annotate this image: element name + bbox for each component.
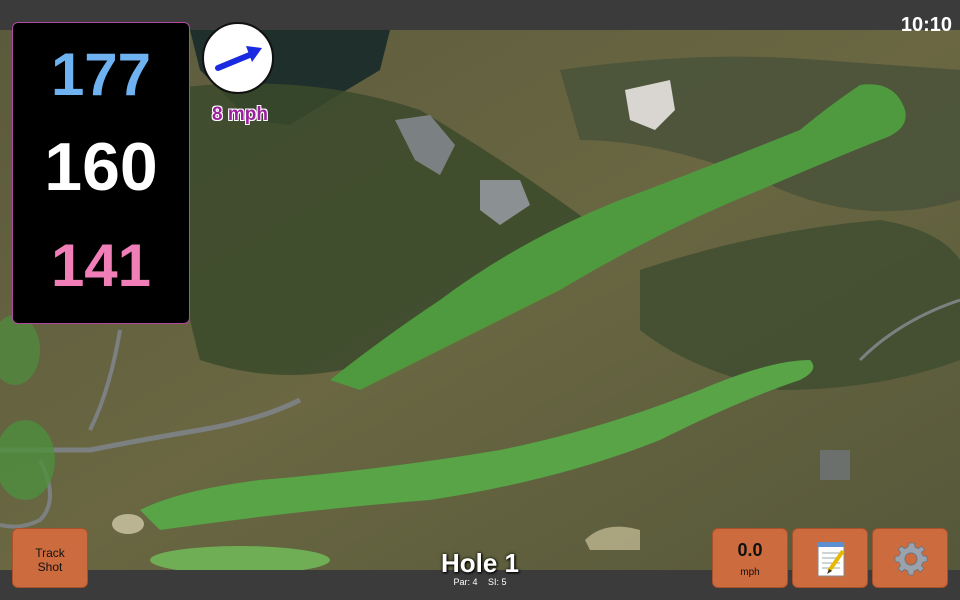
front-distance: 141 (50, 232, 152, 299)
track-shot-button[interactable]: Track Shot (12, 528, 88, 588)
track-shot-label-line1: Track (35, 546, 65, 560)
speed-value: 0.0 (737, 540, 763, 560)
back-distance: 177 (50, 41, 152, 108)
middle-distance: 160 (44, 129, 158, 205)
settings-button[interactable] (872, 528, 948, 588)
gear-icon (894, 542, 928, 576)
arrow-icon (215, 46, 262, 71)
speed-button[interactable]: 0.0 mph (712, 528, 788, 588)
hole-info: Par: 4 SI: 5 (380, 577, 580, 587)
par-label: Par: 4 (453, 577, 478, 587)
si-label: SI: 5 (488, 577, 507, 587)
notepad-icon (817, 542, 845, 577)
speed-unit: mph (740, 567, 760, 578)
notes-button[interactable] (792, 528, 868, 588)
track-shot-label-line2: Shot (37, 560, 63, 574)
wind-speed: 8 mph (212, 104, 268, 125)
distance-panel: 177 160 141 (12, 22, 190, 324)
hole-title: Hole 1 (440, 548, 520, 578)
wind-indicator (202, 22, 274, 94)
clock: 10:10 (900, 14, 952, 36)
